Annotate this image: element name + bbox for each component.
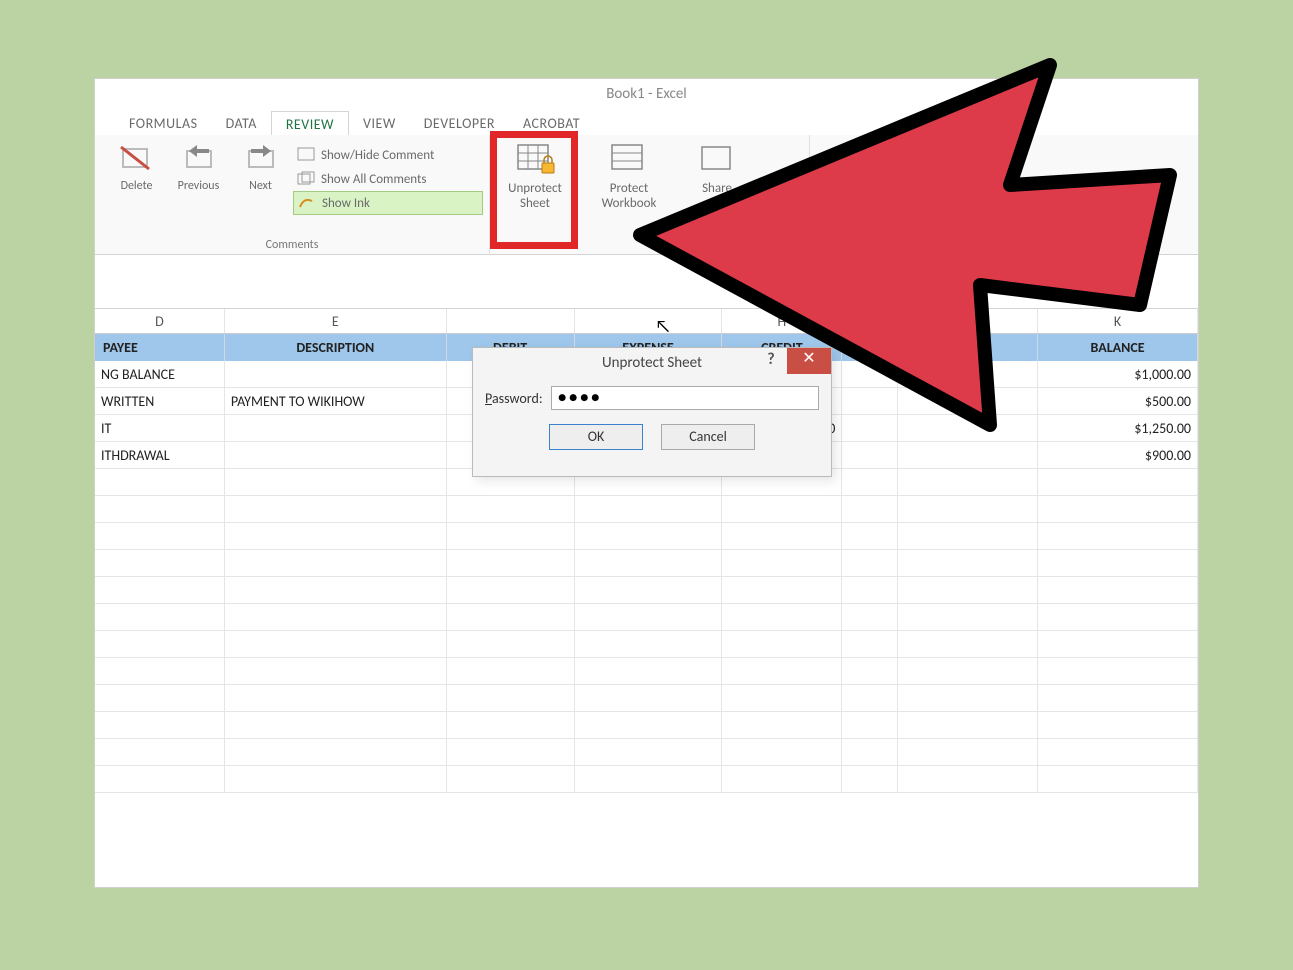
tab-formulas[interactable]: FORMULAS [115, 111, 212, 135]
hdr-blank [842, 334, 898, 361]
delete-label: Delete [121, 179, 153, 193]
cell-balance[interactable]: $1,000.00 [1038, 361, 1198, 388]
group-protect: Unprotect Sheet Protect Workbook Share W [490, 135, 810, 255]
cell-j[interactable] [898, 415, 1038, 442]
col-H[interactable]: H [722, 309, 842, 333]
cell-balance[interactable]: $500.00 [1038, 388, 1198, 415]
ribbon-tabs: FORMULAS DATA REVIEW VIEW DEVELOPER ACRO… [95, 107, 1198, 135]
hdr-in: IN [898, 334, 1038, 361]
comment-icon [297, 147, 315, 163]
table-row[interactable] [95, 523, 1198, 550]
table-row[interactable] [95, 685, 1198, 712]
col-K[interactable]: K [1038, 309, 1198, 333]
tab-review[interactable]: REVIEW [271, 111, 349, 136]
previous-comment-button[interactable]: Previous [171, 143, 226, 193]
cell-balance[interactable]: $1,250.00 [1038, 415, 1198, 442]
cell-payee[interactable]: ITHDRAWAL [95, 442, 225, 469]
col-G[interactable] [575, 309, 723, 333]
password-input[interactable] [551, 386, 819, 410]
cell-description[interactable] [225, 442, 447, 469]
ribbon: Delete Previous Next Show/Hide Comment S… [95, 135, 1198, 255]
col-J[interactable] [898, 309, 1038, 333]
cell-i[interactable] [842, 388, 898, 415]
column-letters-row: D E H I K [95, 309, 1198, 334]
show-all-comments-button[interactable]: Show All Comments [293, 167, 483, 191]
cancel-button[interactable]: Cancel [661, 424, 755, 450]
cell-description[interactable] [225, 361, 447, 388]
cell-i[interactable] [842, 415, 898, 442]
hdr-payee: PAYEE [95, 334, 225, 361]
mouse-cursor-icon: ↖ [655, 315, 671, 337]
cell-j[interactable] [898, 442, 1038, 469]
tab-view[interactable]: VIEW [349, 111, 410, 135]
table-row[interactable] [95, 577, 1198, 604]
comments-group-label: Comments [95, 238, 489, 252]
previous-label: Previous [178, 179, 220, 193]
cell-balance[interactable]: $900.00 [1038, 442, 1198, 469]
show-all-label: Show All Comments [321, 172, 426, 187]
table-row[interactable] [95, 496, 1198, 523]
dialog-help-button[interactable]: ? [755, 348, 787, 374]
prev-icon [181, 143, 217, 175]
table-row[interactable] [95, 739, 1198, 766]
ink-icon [298, 195, 316, 211]
ok-button[interactable]: OK [549, 424, 643, 450]
next-comment-button[interactable]: Next [233, 143, 288, 193]
col-I[interactable]: I [842, 309, 898, 333]
excel-window: Book1 - Excel FORMULAS DATA REVIEW VIEW … [94, 78, 1199, 888]
unprotect-sheet-button[interactable]: Unprotect Sheet [496, 141, 574, 211]
cell-j[interactable] [898, 388, 1038, 415]
next-label: Next [249, 179, 272, 193]
dialog-close-button[interactable]: ✕ [787, 348, 831, 374]
cell-i[interactable] [842, 442, 898, 469]
group-comments: Delete Previous Next Show/Hide Comment S… [95, 135, 490, 255]
comments-icon [297, 171, 315, 187]
show-hide-comment-button[interactable]: Show/Hide Comment [293, 143, 483, 167]
table-row[interactable] [95, 604, 1198, 631]
cell-description[interactable] [225, 415, 447, 442]
table-row[interactable] [95, 712, 1198, 739]
show-ink-button[interactable]: Show Ink [293, 191, 483, 215]
table-row[interactable] [95, 550, 1198, 577]
share-l1: Share [702, 181, 732, 196]
protect-wb-l1: Protect [610, 181, 648, 196]
formula-bar-area [95, 255, 1198, 309]
cell-payee[interactable]: NG BALANCE [95, 361, 225, 388]
share-l2: W [711, 196, 723, 211]
password-label: Password: [485, 390, 543, 407]
table-row[interactable] [95, 658, 1198, 685]
next-icon [243, 143, 279, 175]
delete-comment-button[interactable]: Delete [109, 143, 164, 193]
unprotect-l2: Sheet [520, 196, 550, 211]
hdr-description: DESCRIPTION [225, 334, 447, 361]
unprotect-sheet-dialog: ? ✕ Unprotect Sheet Password: OK Cancel [472, 347, 832, 477]
unprotect-l1: Unprotect [508, 181, 562, 196]
hdr-balance: BALANCE [1038, 334, 1198, 361]
protect-workbook-button[interactable]: Protect Workbook [590, 141, 668, 211]
table-row[interactable] [95, 631, 1198, 658]
workbook-icon [608, 141, 650, 177]
cell-i[interactable] [842, 361, 898, 388]
delete-icon [119, 143, 155, 175]
cell-j[interactable] [898, 361, 1038, 388]
show-hide-label: Show/Hide Comment [321, 148, 434, 163]
table-row[interactable] [95, 766, 1198, 793]
cell-description[interactable]: PAYMENT TO WIKIHOW [225, 388, 447, 415]
col-F[interactable] [447, 309, 575, 333]
share-icon [696, 141, 738, 177]
col-D[interactable]: D [95, 309, 225, 333]
cell-payee[interactable]: IT [95, 415, 225, 442]
cell-payee[interactable]: WRITTEN [95, 388, 225, 415]
tab-data[interactable]: DATA [212, 111, 271, 135]
sheet-lock-icon [514, 141, 556, 177]
share-workbook-button[interactable]: Share W [678, 141, 756, 211]
protect-wb-l2: Workbook [602, 196, 657, 211]
col-E[interactable]: E [225, 309, 447, 333]
title-bar: Book1 - Excel [95, 79, 1198, 107]
show-ink-label: Show Ink [322, 196, 370, 211]
